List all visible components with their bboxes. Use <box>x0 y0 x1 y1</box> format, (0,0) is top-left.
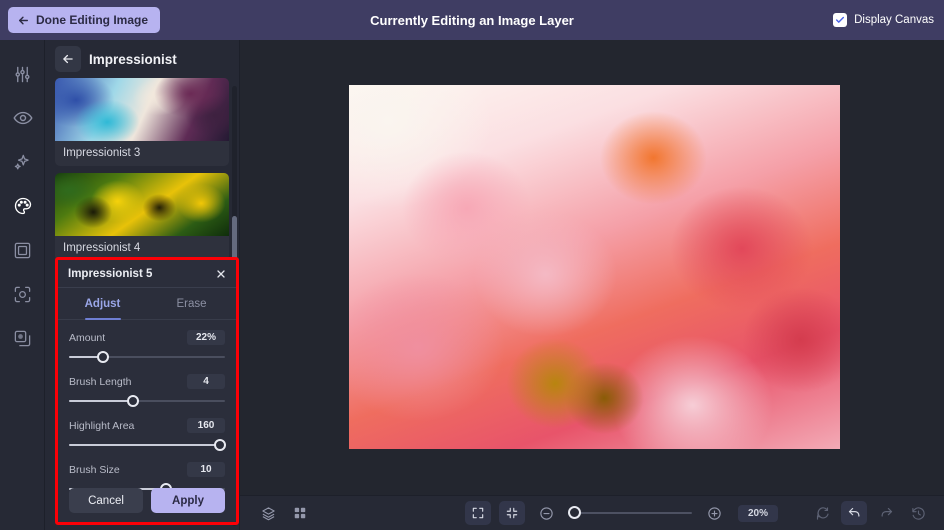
tool-rail <box>0 40 45 530</box>
bottom-toolbar-left <box>252 501 316 525</box>
undo-button[interactable] <box>841 501 867 525</box>
effect-card-impressionist-4[interactable]: Impressionist 4 <box>55 173 229 261</box>
palette-icon <box>13 196 33 216</box>
slider-label: Highlight Area <box>69 419 135 432</box>
bottom-toolbar-center: 20% <box>462 501 779 525</box>
slider-value[interactable]: 4 <box>187 374 225 389</box>
eye-icon <box>12 108 33 128</box>
slider-handle[interactable] <box>214 439 227 451</box>
reset-button[interactable] <box>809 501 835 525</box>
slider-value[interactable]: 10 <box>187 462 225 477</box>
effect-settings-highlight-box: Impressionist 5 Adjust Erase Amount 22% <box>55 257 239 525</box>
reset-refresh-icon <box>815 506 830 521</box>
effect-thumbnail-list: Impressionist 3 Impressionist 4 <box>45 78 239 261</box>
settings-header: Impressionist 5 <box>58 260 236 288</box>
slider-handle[interactable] <box>97 351 110 363</box>
slider-amount: Amount 22% <box>58 320 236 364</box>
zoom-level-value[interactable]: 20% <box>738 504 779 522</box>
apply-button[interactable]: Apply <box>151 488 225 513</box>
slider-label: Amount <box>69 331 106 344</box>
zoom-slider-handle[interactable] <box>568 506 581 519</box>
frame-icon <box>13 241 32 260</box>
settings-button-row: Cancel Apply <box>58 488 236 513</box>
rail-item-adjustments[interactable] <box>0 52 45 96</box>
rail-item-preview[interactable] <box>0 96 45 140</box>
undo-icon <box>847 506 862 521</box>
slider-track[interactable] <box>69 438 227 452</box>
layers-button[interactable] <box>255 501 281 525</box>
zoom-slider-track <box>568 512 692 514</box>
canvas-image[interactable] <box>349 85 840 449</box>
arrow-left-icon <box>17 14 30 27</box>
zoom-out-button[interactable] <box>533 501 559 525</box>
slider-highlight-area: Highlight Area 160 <box>58 408 236 452</box>
settings-tabs: Adjust Erase <box>58 288 236 320</box>
canvas-stage[interactable] <box>240 40 944 495</box>
effect-card-impressionist-3[interactable]: Impressionist 3 <box>55 78 229 166</box>
bottom-toolbar: 20% <box>240 495 944 530</box>
grid-button[interactable] <box>287 501 313 525</box>
slider-track-fill <box>69 444 221 446</box>
slider-track[interactable] <box>69 394 225 408</box>
history-button[interactable] <box>905 501 931 525</box>
bottom-toolbar-right <box>806 501 934 525</box>
display-canvas-label: Display Canvas <box>854 14 934 26</box>
slider-track-fill <box>69 400 133 402</box>
adjustments-sliders-icon <box>13 65 32 84</box>
close-icon[interactable] <box>215 268 227 280</box>
zoom-slider[interactable] <box>568 505 692 521</box>
settings-title: Impressionist 5 <box>68 267 153 280</box>
rail-item-frames[interactable] <box>0 228 45 272</box>
redo-icon <box>879 506 894 521</box>
zoom-in-button[interactable] <box>701 501 727 525</box>
rail-item-focus[interactable] <box>0 272 45 316</box>
top-bar: Done Editing Image Currently Editing an … <box>0 0 944 40</box>
display-canvas-toggle[interactable]: Display Canvas <box>833 0 934 40</box>
expand-fullscreen-icon <box>471 506 485 520</box>
sparkles-icon <box>13 153 32 172</box>
slider-value[interactable]: 22% <box>186 330 225 345</box>
rail-item-layers[interactable] <box>0 316 45 360</box>
slider-value[interactable]: 160 <box>187 418 225 433</box>
done-editing-image-label: Done Editing Image <box>36 13 149 27</box>
layers-duplicate-icon <box>13 329 32 348</box>
effect-settings-panel: Impressionist 5 Adjust Erase Amount 22% <box>58 260 236 522</box>
slider-label: Brush Size <box>69 463 120 476</box>
rail-item-effects[interactable] <box>0 140 45 184</box>
effect-label: Impressionist 3 <box>63 147 141 159</box>
slider-brush-length: Brush Length 4 <box>58 364 236 408</box>
redo-button[interactable] <box>873 501 899 525</box>
layers-icon <box>261 506 276 521</box>
slider-handle[interactable] <box>126 395 139 407</box>
fit-to-screen-button[interactable] <box>499 501 525 525</box>
panel-header: Impressionist <box>45 40 239 78</box>
effect-thumbnail-image <box>55 173 229 236</box>
history-clock-icon <box>911 506 926 521</box>
tab-erase[interactable]: Erase <box>147 288 236 319</box>
cancel-button[interactable]: Cancel <box>69 488 143 513</box>
done-editing-image-button[interactable]: Done Editing Image <box>8 7 161 33</box>
fit-to-screen-icon <box>505 506 519 520</box>
plus-circle-icon <box>707 506 722 521</box>
panel-title: Impressionist <box>89 51 177 67</box>
effect-thumbnail-image <box>55 78 229 141</box>
image-editor-app: Done Editing Image Currently Editing an … <box>0 0 944 530</box>
panel-back-button[interactable] <box>55 46 81 72</box>
focus-crop-icon <box>13 285 32 304</box>
minus-circle-icon <box>539 506 554 521</box>
slider-label: Brush Length <box>69 375 132 388</box>
arrow-left-icon <box>61 52 75 66</box>
display-canvas-checkbox[interactable] <box>833 13 848 27</box>
grid-icon <box>293 506 307 520</box>
slider-track[interactable] <box>69 350 225 364</box>
expand-fullscreen-button[interactable] <box>465 501 491 525</box>
rail-item-artistic-effects[interactable] <box>0 184 45 228</box>
tab-adjust[interactable]: Adjust <box>58 288 147 319</box>
